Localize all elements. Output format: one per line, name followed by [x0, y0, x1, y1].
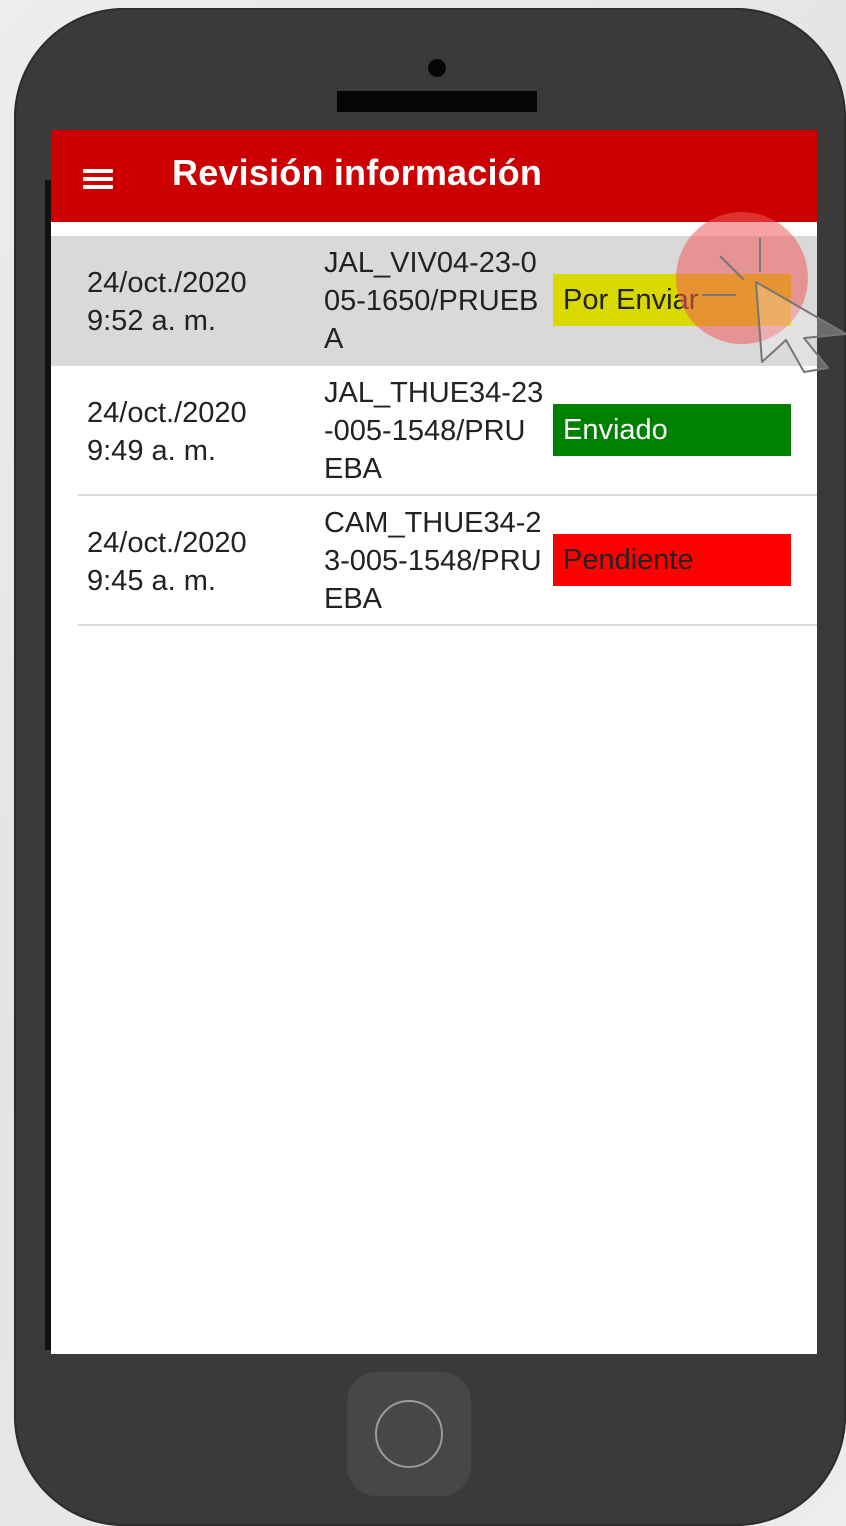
status-badge[interactable]: Enviado [553, 404, 791, 456]
app-screen: Revisión información 24/oct./2020 9:52 a… [51, 130, 817, 1354]
home-button[interactable] [347, 1372, 471, 1496]
list-item[interactable]: 24/oct./2020 9:49 a. m. JAL_THUE34-23-00… [78, 366, 817, 496]
earpiece-speaker [337, 91, 537, 112]
record-datetime: 24/oct./2020 9:49 a. m. [87, 394, 247, 470]
record-datetime: 24/oct./2020 9:52 a. m. [87, 264, 247, 340]
record-date: 24/oct./2020 [87, 267, 247, 299]
records-list: 24/oct./2020 9:52 a. m. JAL_VIV04-23-005… [51, 236, 817, 626]
status-badge[interactable]: Por Enviar [553, 274, 791, 326]
status-badge[interactable]: Pendiente [553, 534, 791, 586]
record-datetime: 24/oct./2020 9:45 a. m. [87, 524, 247, 600]
record-time: 9:49 a. m. [87, 435, 216, 467]
list-item[interactable]: 24/oct./2020 9:45 a. m. CAM_THUE34-23-00… [78, 496, 817, 626]
record-time: 9:45 a. m. [87, 565, 216, 597]
list-item[interactable]: 24/oct./2020 9:52 a. m. JAL_VIV04-23-005… [51, 236, 817, 366]
page-title: Revisión información [172, 152, 543, 193]
home-button-ring [375, 1400, 443, 1468]
record-code: JAL_VIV04-23-005-1650/PRUEBA [324, 247, 539, 355]
app-bar: Revisión información [51, 130, 817, 222]
hamburger-menu-icon[interactable] [79, 160, 119, 194]
record-date: 24/oct./2020 [87, 397, 247, 429]
record-date: 24/oct./2020 [87, 527, 247, 559]
front-camera [428, 59, 446, 77]
record-code: JAL_THUE34-23-005-1548/PRUEBA [324, 377, 544, 485]
record-code: CAM_THUE34-23-005-1548/PRUEBA [324, 507, 542, 615]
record-time: 9:52 a. m. [87, 305, 216, 337]
